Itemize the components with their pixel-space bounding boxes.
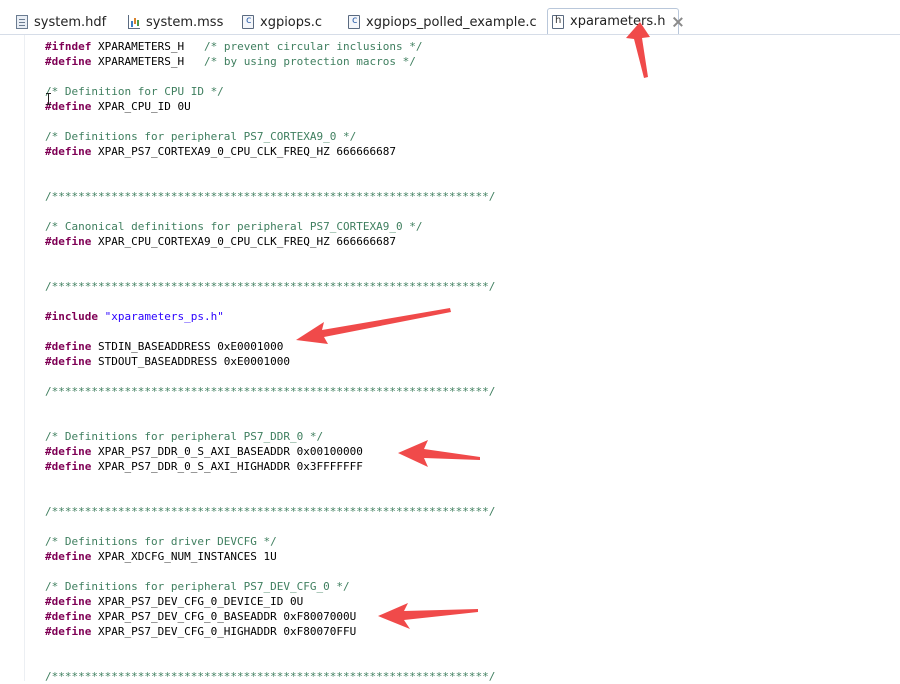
code-token: /***************************************… [45, 190, 496, 203]
code-token: #define [45, 340, 92, 353]
code-line: #define XPAR_PS7_DEV_CFG_0_HIGHADDR 0xF8… [45, 624, 356, 639]
tab-label: xgpiops.c [260, 14, 323, 30]
code-token: /***************************************… [45, 670, 496, 683]
code-token: XPARAMETERS_H [91, 55, 204, 68]
code-line: /***************************************… [45, 279, 495, 294]
code-token: XPAR_CPU_CORTEXA9_0_CPU_CLK_FREQ_HZ 6666… [91, 235, 396, 248]
code-token: STDIN_BASEADDRESS 0xE0001000 [91, 340, 284, 353]
code-token: XPAR_CPU_ID 0U [91, 100, 191, 113]
code-token: XPAR_PS7_CORTEXA9_0_CPU_CLK_FREQ_HZ 6666… [91, 145, 396, 158]
code-token: /* Definitions for peripheral PS7_DDR_0 … [45, 430, 324, 443]
code-line: #define XPAR_CPU_CORTEXA9_0_CPU_CLK_FREQ… [45, 234, 396, 249]
code-line: /***************************************… [45, 504, 495, 519]
code-token: /* Definitions for peripheral PS7_DEV_CF… [45, 580, 350, 593]
code-line: /* Definitions for peripheral PS7_DDR_0 … [45, 429, 323, 444]
code-line: #define XPAR_PS7_DEV_CFG_0_BASEADDR 0xF8… [45, 609, 356, 624]
code-line: /* Definition for CPU ID */ [45, 84, 224, 99]
code-token: #define [45, 595, 92, 608]
code-token: /* Canonical definitions for peripheral … [45, 220, 423, 233]
code-token: XPAR_XDCFG_NUM_INSTANCES 1U [91, 550, 277, 563]
code-line: #define XPAR_PS7_DEV_CFG_0_DEVICE_ID 0U [45, 594, 303, 609]
code-line: /* Definitions for peripheral PS7_CORTEX… [45, 129, 356, 144]
c-file-icon [348, 15, 360, 29]
code-token: #define [45, 100, 92, 113]
code-token: #define [45, 550, 92, 563]
code-token: #define [45, 235, 92, 248]
code-line: #define XPAR_PS7_CORTEXA9_0_CPU_CLK_FREQ… [45, 144, 396, 159]
code-token: XPAR_PS7_DEV_CFG_0_DEVICE_ID 0U [91, 595, 304, 608]
code-token: XPAR_PS7_DEV_CFG_0_HIGHADDR 0xF80070FFU [91, 625, 357, 638]
tab-label: xparameters.h [570, 14, 666, 29]
tab-label: system.hdf [34, 14, 107, 30]
code-token: XPAR_PS7_DDR_0_S_AXI_HIGHADDR 0x3FFFFFFF [91, 460, 363, 473]
code-line: /***************************************… [45, 669, 495, 684]
code-token: "xparameters_ps.h" [104, 310, 224, 323]
code-token: #ifndef [45, 40, 92, 53]
close-tab-icon[interactable] [673, 17, 678, 27]
code-line: /* Definitions for peripheral PS7_DEV_CF… [45, 579, 350, 594]
code-token: /* prevent circular inclusions */ [203, 40, 423, 53]
tab-system-hdf[interactable]: system.hdf [12, 9, 106, 35]
tab-xgpiops-polled-example-c[interactable]: xgpiops_polled_example.c [344, 9, 537, 35]
tab-system-mss[interactable]: system.mss [124, 9, 223, 35]
code-token: #define [45, 610, 92, 623]
hdf-file-icon [16, 15, 28, 29]
code-token: /* Definitions for peripheral PS7_CORTEX… [45, 130, 357, 143]
code-line: /* Definitions for driver DEVCFG */ [45, 534, 277, 549]
code-token: /* Definitions for driver DEVCFG */ [45, 535, 277, 548]
code-token: #define [45, 355, 92, 368]
code-token: XPARAMETERS_H [91, 40, 204, 53]
code-token: /***************************************… [45, 280, 496, 293]
code-token: #define [45, 625, 92, 638]
tab-xgpiops-c[interactable]: xgpiops.c [238, 9, 322, 35]
tab-label: system.mss [146, 14, 224, 30]
code-line: #define STDIN_BASEADDRESS 0xE0001000 [45, 339, 283, 354]
code-token: /* Definition for CPU ID */ [45, 85, 224, 98]
code-token: XPAR_PS7_DDR_0_S_AXI_BASEADDR 0x00100000 [91, 445, 363, 458]
tab-label: xgpiops_polled_example.c [366, 14, 537, 30]
code-token: /***************************************… [45, 385, 496, 398]
code-token: STDOUT_BASEADDRESS 0xE0001000 [91, 355, 291, 368]
code-line: #ifndef XPARAMETERS_H /* prevent circula… [45, 39, 423, 54]
code-token: #define [45, 55, 92, 68]
code-line: /* Canonical definitions for peripheral … [45, 219, 423, 234]
mss-file-icon [128, 15, 140, 29]
code-line: /***************************************… [45, 189, 495, 204]
code-line: #define XPAR_PS7_DDR_0_S_AXI_HIGHADDR 0x… [45, 459, 363, 474]
code-token: #define [45, 145, 92, 158]
h-file-icon [552, 14, 564, 29]
code-token: #include [45, 310, 98, 323]
code-line: #define XPAR_PS7_DDR_0_S_AXI_BASEADDR 0x… [45, 444, 363, 459]
code-token: /***************************************… [45, 505, 496, 518]
tab-xparameters-h[interactable]: xparameters.h [547, 8, 679, 34]
text-cursor-icon [46, 93, 51, 105]
editor-tab-bar: system.hdf system.mss xgpiops.c xgpiops_… [0, 0, 900, 34]
code-line: #define XPARAMETERS_H /* by using protec… [45, 54, 416, 69]
code-token: /* by using protection macros */ [203, 55, 416, 68]
code-line: #define XPAR_CPU_ID 0U [45, 99, 191, 114]
c-file-icon [242, 15, 254, 29]
code-editor[interactable]: #ifndef XPARAMETERS_H /* prevent circula… [24, 35, 900, 684]
code-token: #define [45, 460, 92, 473]
code-line: #include "xparameters_ps.h" [45, 309, 224, 324]
code-token: #define [45, 445, 92, 458]
editor-gutter [0, 35, 25, 681]
code-line: #define XPAR_XDCFG_NUM_INSTANCES 1U [45, 549, 277, 564]
code-line: /***************************************… [45, 384, 495, 399]
code-line: #define STDOUT_BASEADDRESS 0xE0001000 [45, 354, 290, 369]
code-token: XPAR_PS7_DEV_CFG_0_BASEADDR 0xF8007000U [91, 610, 357, 623]
